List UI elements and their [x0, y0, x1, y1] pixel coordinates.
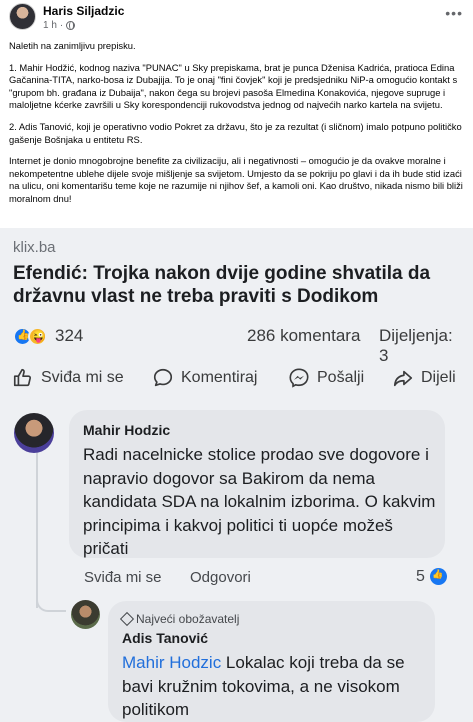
- post-paragraph: Internet je donio mnogobrojne benefite z…: [9, 155, 463, 204]
- post-paragraph: 1. Mahir Hodžić, kodnog naziva "PUNAC" u…: [9, 61, 458, 111]
- comment-like-link: Sviđa mi se: [84, 569, 162, 586]
- globe-icon: [66, 21, 76, 30]
- author-name[interactable]: Haris Siljadzic: [43, 4, 124, 18]
- diamond-icon: [119, 611, 135, 627]
- share-arrow-icon: [392, 367, 414, 389]
- thread-connector: [36, 450, 38, 608]
- reply-author-name: Adis Tanović: [122, 630, 209, 646]
- top-fan-label: Najveći obožavatelj: [136, 612, 240, 626]
- like-button: Sviđa mi se: [12, 363, 124, 393]
- reply-bubble: Najveći obožavatelj Adis Tanović Mahir H…: [108, 601, 435, 722]
- embedded-screenshot[interactable]: klix.ba Efendić: Trojka nakon dvije godi…: [0, 228, 473, 722]
- action-bar: Sviđa mi se Komentiraj Pošalji Dijeli: [0, 363, 473, 393]
- thumbs-up-icon: [430, 568, 447, 585]
- comments-count: 286 komentara: [247, 326, 361, 345]
- post-paragraph: 2. Adis Tanović, koji je operativno vodi…: [9, 120, 462, 145]
- comment-button: Komentiraj: [152, 363, 257, 393]
- post-header: Haris Siljadzic 1 h · •••: [0, 0, 473, 36]
- share-label: Dijeli: [421, 369, 456, 386]
- thumbs-up-icon: [12, 367, 34, 389]
- reactions-summary: 324 286 komentara Dijeljenja: 3: [13, 325, 463, 365]
- commenter-name: Mahir Hodzic: [83, 422, 171, 438]
- share-button: Dijeli: [392, 363, 456, 393]
- source-site: klix.ba: [13, 239, 56, 256]
- post-time[interactable]: 1 h: [43, 20, 57, 31]
- reactions-count: 324: [55, 326, 84, 345]
- post-meta: 1 h ·: [43, 20, 76, 31]
- comment-bubble: Mahir Hodzic Radi nacelnicke stolice pro…: [69, 410, 445, 558]
- speech-bubble-icon: [152, 367, 174, 389]
- comment-like-count: 5: [416, 568, 425, 585]
- send-label: Pošalji: [317, 369, 365, 386]
- haha-reaction-icon: [28, 327, 47, 346]
- top-fan-badge: Najveći obožavatelj: [119, 611, 240, 627]
- post-body: Naletih na zanimljivu prepisku. 1. Mahir…: [9, 40, 467, 215]
- reply-text: Mahir Hodzic Lokalac koji treba da se ba…: [122, 651, 427, 722]
- comment-reply-link: Odgovori: [190, 569, 251, 586]
- comment-label: Komentiraj: [181, 369, 258, 386]
- messenger-icon: [288, 367, 310, 389]
- author-avatar[interactable]: [9, 3, 36, 30]
- post-paragraph: Naletih na zanimljivu prepisku.: [9, 40, 136, 51]
- send-button: Pošalji: [288, 363, 364, 393]
- article-headline: Efendić: Trojka nakon dvije godine shvat…: [13, 263, 431, 307]
- comment-text: Radi nacelnicke stolice prodao sve dogov…: [83, 445, 436, 559]
- commenter-avatar: [14, 413, 54, 453]
- reply-avatar: [71, 600, 100, 629]
- like-label: Sviđa mi se: [41, 369, 124, 386]
- shares-count: Dijeljenja: 3: [379, 326, 453, 365]
- more-options-icon[interactable]: •••: [445, 5, 463, 21]
- mention-link: Mahir Hodzic: [122, 653, 222, 672]
- meta-separator: ·: [59, 20, 64, 31]
- thread-connector-curve: [36, 590, 66, 612]
